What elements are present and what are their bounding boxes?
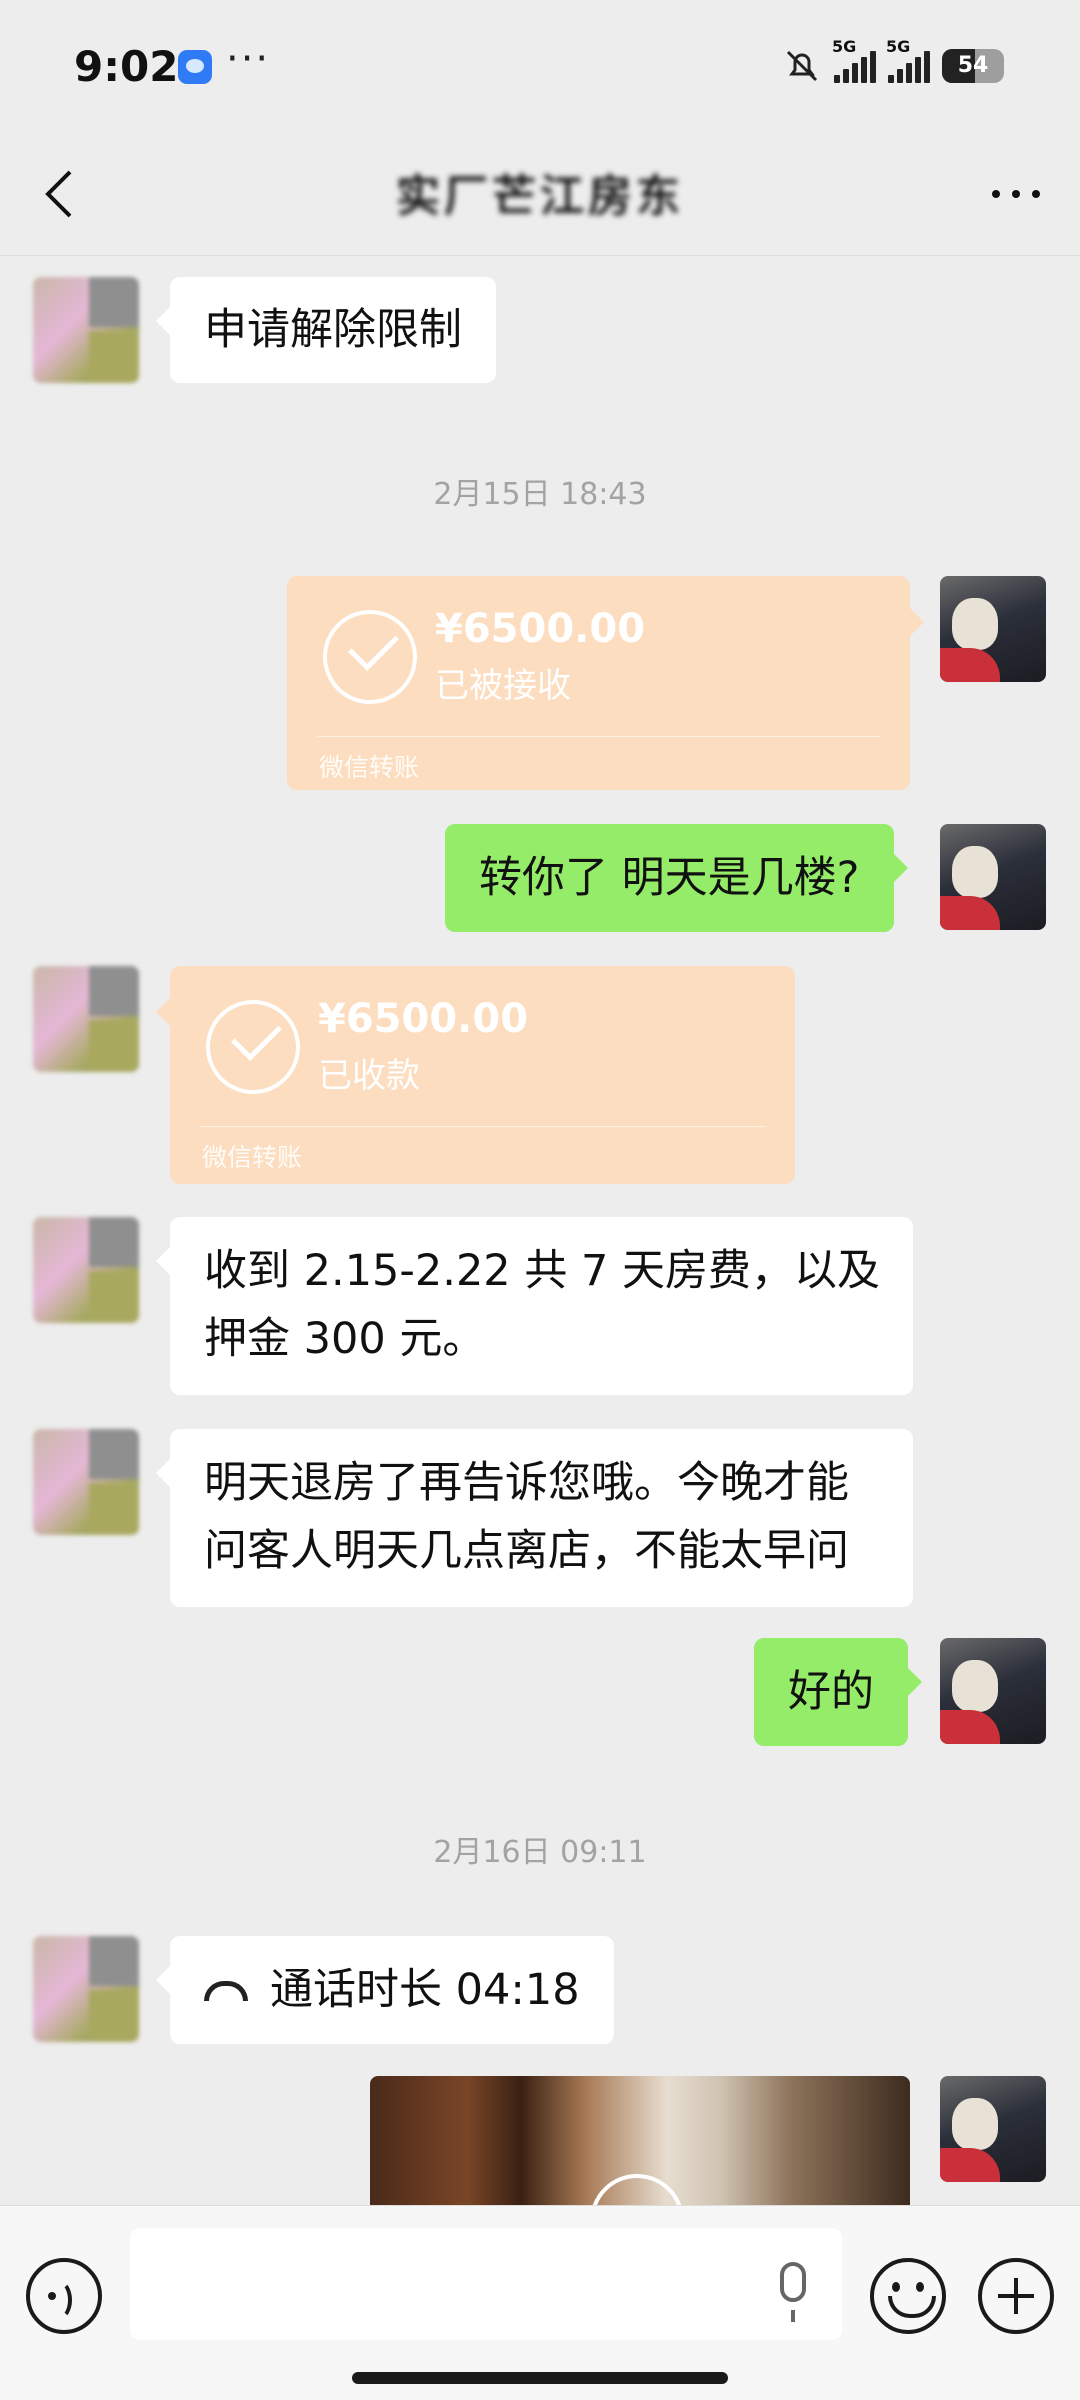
my-avatar[interactable]: [940, 824, 1046, 930]
message-line: 明天退房了再告诉您哦。今晚才能: [204, 1458, 849, 1508]
chat-title: 实厂芒江房东: [396, 171, 684, 222]
message-bubble-right[interactable]: 好的: [754, 1638, 922, 1746]
input-bar: [0, 2205, 1080, 2400]
divider: [200, 1126, 765, 1127]
timestamp: 2月16日 09:11: [433, 1835, 647, 1870]
message-bubble-left[interactable]: 明天退房了再告诉您哦。今晚才能 问客人明天几点离店，不能太早问: [156, 1429, 913, 1607]
transfer-status: 已收款: [318, 1056, 420, 1096]
microphone-icon[interactable]: [780, 2262, 806, 2322]
plus-icon[interactable]: [978, 2258, 1054, 2334]
more-options-icon[interactable]: [988, 174, 1044, 214]
call-record-bubble[interactable]: 通话时长 04:18: [156, 1936, 614, 2044]
transfer-card-sent[interactable]: ¥6500.00 已被接收 微信转账: [287, 576, 924, 790]
message-bubble-right[interactable]: 转你了 明天是几楼?: [445, 824, 907, 932]
friend-avatar[interactable]: [33, 1217, 139, 1323]
message-bubble-left[interactable]: 收到 2.15-2.22 共 7 天房费，以及 押金 300 元。: [156, 1217, 913, 1395]
message-bubble-left[interactable]: 申请解除限制: [156, 277, 496, 383]
transfer-amount: ¥6500.00: [318, 996, 529, 1042]
status-bar: 9:02 ··· 5G 5G 54: [0, 0, 1080, 130]
battery-level: 54: [957, 53, 989, 78]
transfer-label: 微信转账: [202, 1143, 303, 1172]
transfer-amount: ¥6500.00: [435, 606, 646, 652]
message-input[interactable]: [130, 2228, 842, 2340]
chat-header: 实厂芒江房东: [0, 130, 1080, 256]
message-line: 问客人明天几点离店，不能太早问: [204, 1526, 849, 1576]
play-icon[interactable]: [590, 2174, 684, 2205]
my-avatar[interactable]: [940, 576, 1046, 682]
message-line: 收到 2.15-2.22 共 7 天房费，以及: [204, 1246, 881, 1296]
mute-bell-icon: [786, 50, 818, 82]
signal-icon-sim2: 5G: [886, 37, 930, 83]
video-message-thumbnail[interactable]: [370, 2076, 910, 2205]
status-icons: 5G 5G 54: [782, 37, 1004, 88]
my-avatar[interactable]: [940, 2076, 1046, 2182]
call-duration: 通话时长 04:18: [270, 1965, 580, 2015]
more-notifications-icon: ···: [226, 36, 271, 82]
check-circle-icon: [323, 610, 417, 704]
chat-messages[interactable]: 申请解除限制 2月15日 18:43 ¥6500.00 已被接收 微信转账 转你…: [0, 257, 1080, 2205]
friend-avatar[interactable]: [33, 1936, 139, 2042]
my-avatar[interactable]: [940, 1638, 1046, 1744]
status-time: 9:02: [74, 42, 179, 91]
app-notification-icon: [178, 50, 212, 84]
timestamp: 2月15日 18:43: [433, 477, 647, 512]
friend-avatar[interactable]: [33, 1429, 139, 1535]
friend-avatar[interactable]: [33, 966, 139, 1072]
phone-icon: [204, 1980, 248, 2001]
transfer-label: 微信转账: [319, 753, 420, 782]
home-indicator[interactable]: [352, 2372, 728, 2384]
divider: [317, 736, 880, 737]
transfer-status: 已被接收: [435, 666, 571, 706]
battery-icon: 54: [942, 49, 1004, 83]
message-line: 押金 300 元。: [204, 1314, 486, 1364]
voice-input-icon[interactable]: [26, 2258, 102, 2334]
transfer-card-received[interactable]: ¥6500.00 已收款 微信转账: [156, 966, 795, 1184]
emoji-icon[interactable]: [870, 2258, 946, 2334]
check-circle-icon: [206, 1000, 300, 1094]
signal-icon-sim1: 5G: [832, 37, 876, 83]
friend-avatar[interactable]: [33, 277, 139, 383]
